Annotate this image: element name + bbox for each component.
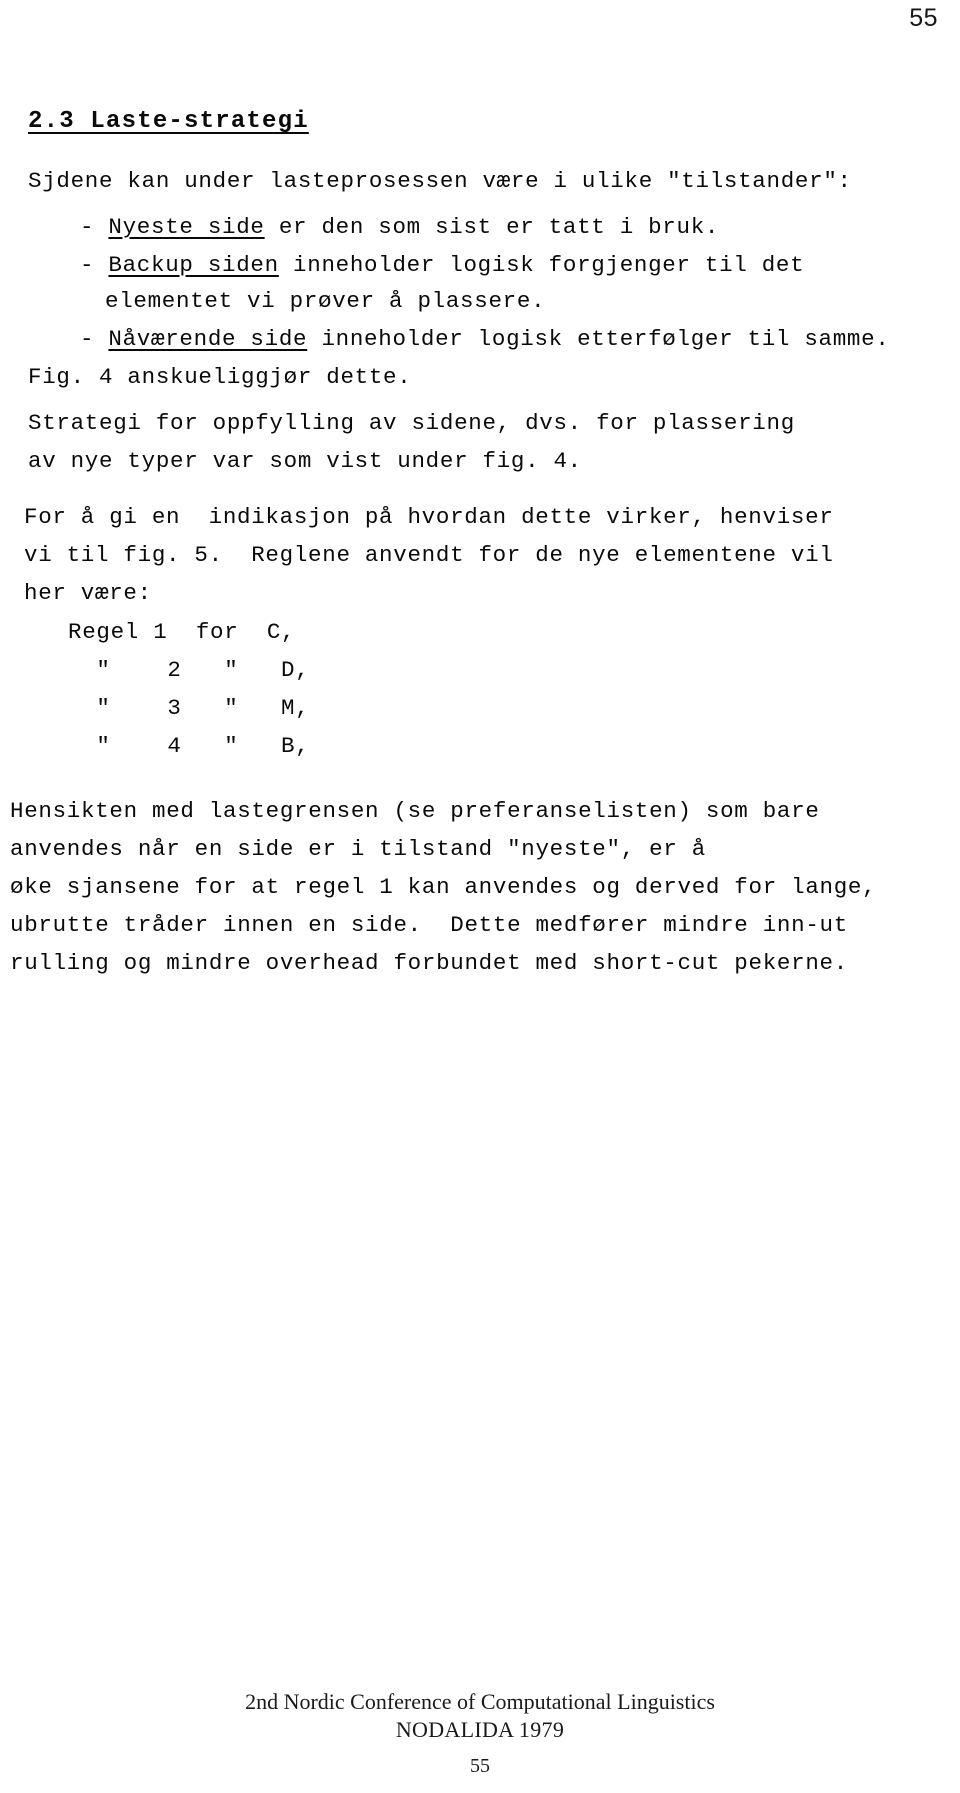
bullet-item-2-continuation: elementet vi prøver å plassere.: [105, 288, 546, 314]
page-number-top: 55: [909, 4, 938, 32]
strategy-paragraph-line-1: Strategi for oppfylling av sidene, dvs. …: [28, 410, 795, 436]
document-page: 55 2.3 Laste-strategi Sjdene kan under l…: [0, 0, 960, 1793]
strategy-paragraph-line-2: av nye typer var som vist under fig. 4.: [28, 448, 582, 474]
rule-list-item: " 3 " M,: [68, 695, 310, 721]
rule-list-item: " 4 " B,: [68, 733, 310, 759]
bullet-item-3: - Nåværende side inneholder logisk etter…: [80, 328, 890, 351]
bullet-text: er den som sist er tatt i bruk.: [264, 214, 720, 240]
bullet-text: inneholder logisk etterfølger til samme.: [307, 326, 890, 352]
bullet-dash: -: [80, 326, 95, 352]
bullet-term-backup-siden: Backup siden: [108, 252, 279, 278]
closing-paragraph-line-1: Hensikten med lastegrensen (se preferans…: [10, 798, 820, 824]
bullet-dash: -: [80, 252, 95, 278]
footer-event-name: NODALIDA 1979: [395, 1716, 565, 1742]
closing-paragraph-line-2: anvendes når en side er i tilstand "nyes…: [10, 836, 706, 862]
closing-paragraph-line-5: rulling og mindre overhead forbundet med…: [10, 950, 848, 976]
reference-paragraph-line-2: vi til fig. 5. Reglene anvendt for de ny…: [24, 542, 834, 568]
figure-reference-line: Fig. 4 anskueliggjør dette.: [28, 364, 412, 390]
bullet-item-2: - Backup siden inneholder logisk forgjen…: [80, 254, 804, 277]
reference-paragraph-line-1: For å gi en indikasjon på hvordan dette …: [24, 504, 834, 530]
reference-paragraph-line-3: her være:: [24, 580, 152, 606]
bullet-dash: -: [80, 214, 95, 240]
intro-paragraph: Sjdene kan under lasteprosessen være i u…: [28, 168, 852, 194]
bullet-item-1: - Nyeste side er den som sist er tatt i …: [80, 216, 719, 239]
section-heading: 2.3 Laste-strategi: [28, 108, 309, 135]
rule-list-item: " 2 " D,: [68, 657, 310, 683]
rule-list-item: Regel 1 for C,: [68, 619, 296, 645]
footer-conference-name: 2nd Nordic Conference of Computational L…: [245, 1689, 715, 1714]
closing-paragraph-line-3: øke sjansene for at regel 1 kan anvendes…: [10, 874, 877, 900]
bullet-term-navaerende-side: Nåværende side: [108, 326, 308, 352]
page-footer: 2nd Nordic Conference of Computational L…: [0, 1688, 960, 1743]
page-number-bottom: 55: [470, 1755, 490, 1777]
bullet-text: inneholder logisk forgjenger til det: [278, 252, 805, 278]
bullet-term-nyeste-side: Nyeste side: [108, 214, 265, 240]
closing-paragraph-line-4: ubrutte tråder innen en side. Dette medf…: [10, 912, 848, 938]
